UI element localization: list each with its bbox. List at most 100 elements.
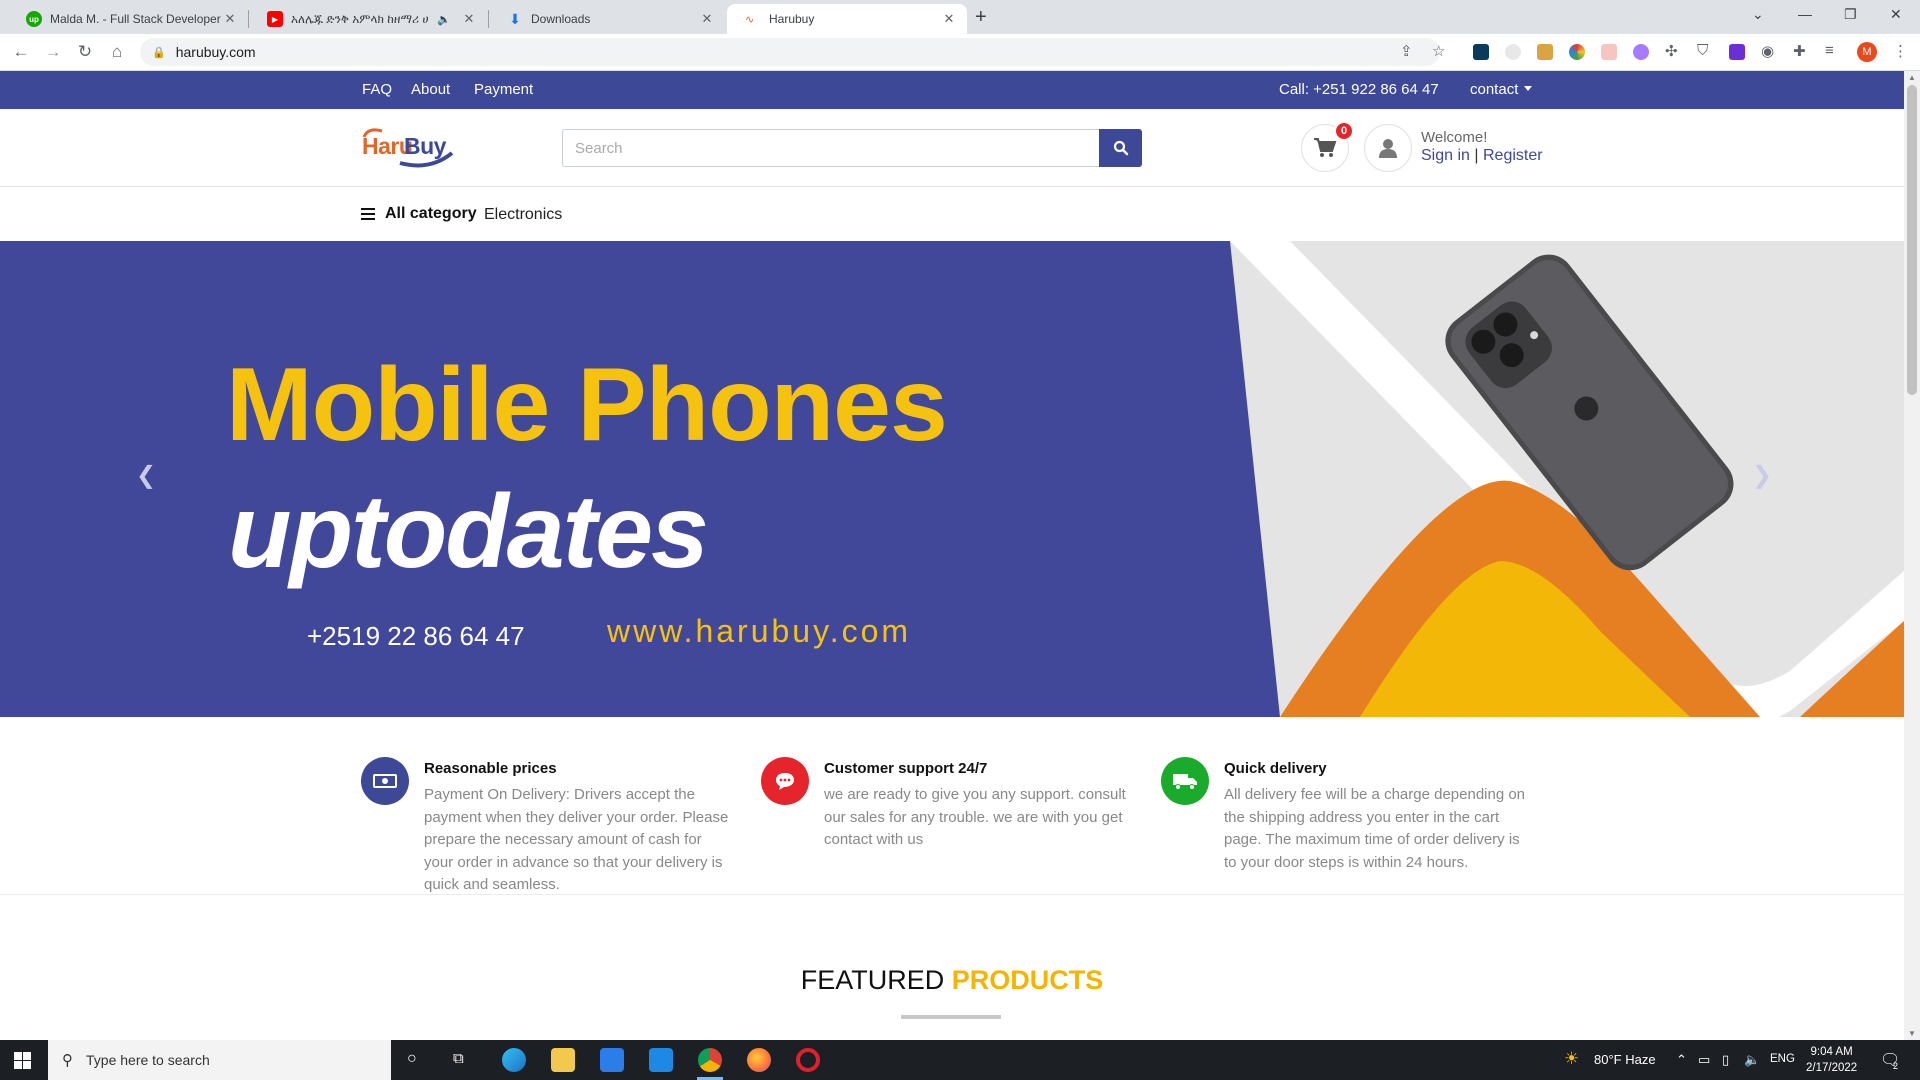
- cart-icon: [1314, 138, 1337, 157]
- reload-icon[interactable]: ↻: [74, 42, 96, 62]
- extension-icon[interactable]: [1505, 44, 1521, 60]
- faq-link[interactable]: FAQ: [362, 81, 392, 98]
- search-button[interactable]: [1099, 129, 1142, 167]
- chat-icon: [761, 757, 809, 805]
- payment-link[interactable]: Payment: [474, 81, 533, 98]
- tray-overflow-icon[interactable]: ⌃: [1676, 1052, 1687, 1068]
- extension-icon[interactable]: ⛉: [1697, 42, 1708, 59]
- harubuy-logo[interactable]: Haru Buy: [360, 125, 460, 171]
- profile-avatar[interactable]: M: [1857, 42, 1877, 62]
- logo-swoosh-icon: [362, 128, 454, 168]
- call-text: Call: +251 922 86 64 47: [1279, 81, 1439, 98]
- firefox-icon[interactable]: [747, 1048, 771, 1072]
- user-icon: [1379, 139, 1397, 158]
- caret-down-icon: [1524, 86, 1533, 91]
- store-icon[interactable]: [600, 1048, 624, 1072]
- feature-text: All delivery fee will be a charge depend…: [1224, 786, 1526, 871]
- chrome-icon[interactable]: [698, 1048, 722, 1072]
- register-link[interactable]: Register: [1483, 147, 1543, 164]
- forward-icon[interactable]: →: [42, 42, 64, 62]
- upwork-icon: up: [26, 11, 42, 27]
- language-indicator[interactable]: ENG: [1770, 1053, 1795, 1065]
- scroll-down-icon[interactable]: ▼: [1908, 1029, 1916, 1038]
- tab-search-icon[interactable]: ⌄: [1752, 6, 1764, 23]
- extension-icon[interactable]: [1601, 44, 1617, 60]
- about-link[interactable]: About: [411, 81, 450, 98]
- extension-icon[interactable]: [1537, 44, 1553, 60]
- contact-dropdown[interactable]: contact: [1470, 81, 1533, 98]
- features-section: Reasonable prices Payment On Delivery: D…: [0, 717, 1904, 895]
- tab-upwork[interactable]: up Malda M. - Full Stack Developer | ✕: [8, 4, 248, 34]
- download-icon: ⬇: [509, 10, 521, 27]
- welcome-text: Welcome!: [1421, 129, 1488, 146]
- cortana-icon[interactable]: ○: [407, 1050, 417, 1068]
- feature-text: we are ready to give you any support. co…: [824, 786, 1126, 848]
- hero-phone: +2519 22 86 64 47: [307, 621, 525, 651]
- carousel-prev-button[interactable]: ❮: [136, 461, 156, 490]
- reading-list-icon[interactable]: ≡: [1825, 42, 1834, 59]
- mail-icon[interactable]: [649, 1048, 673, 1072]
- bookmark-star-icon[interactable]: ☆: [1432, 42, 1445, 60]
- tab-youtube[interactable]: ▶ አለሌጁ ድንቅ አምላክ ከዘማሪ ሀ 🔈 ✕: [249, 4, 487, 34]
- close-tab-icon[interactable]: ✕: [941, 11, 957, 27]
- hero-url: www.harubuy.com: [607, 613, 912, 649]
- windows-taskbar: ⚲ Type here to search ○ ⧉ ☀ 80°F Haze ⌃ …: [0, 1040, 1920, 1080]
- url-text: harubuy.com: [175, 44, 256, 60]
- speaker-icon[interactable]: 🔈: [437, 13, 451, 26]
- home-icon[interactable]: ⌂: [106, 42, 128, 62]
- extension-icon[interactable]: [1729, 44, 1745, 60]
- tab-downloads[interactable]: ⬇ Downloads ✕: [489, 4, 725, 34]
- search-icon: [1113, 140, 1128, 156]
- close-tab-icon[interactable]: ✕: [461, 11, 477, 27]
- extension-icon[interactable]: [1473, 44, 1489, 60]
- search-input[interactable]: [562, 129, 1100, 167]
- all-category-button[interactable]: All category: [361, 205, 477, 223]
- opera-icon[interactable]: [796, 1048, 820, 1072]
- minimize-button[interactable]: —: [1798, 6, 1812, 22]
- close-window-button[interactable]: ✕: [1890, 6, 1902, 23]
- address-bar[interactable]: 🔒 harubuy.com: [140, 38, 1440, 66]
- truck-icon: [1161, 757, 1209, 805]
- file-explorer-icon[interactable]: [551, 1048, 575, 1072]
- cart-button[interactable]: 0: [1301, 121, 1354, 172]
- feature-text: Payment On Delivery: Drivers accept the …: [424, 786, 729, 893]
- restore-button[interactable]: ❐: [1844, 6, 1857, 23]
- taskbar-clock[interactable]: 9:04 AM 2/17/2022: [1806, 1044, 1857, 1076]
- menu-kebab-icon[interactable]: ⋮: [1893, 42, 1908, 60]
- harubuy-icon: ∿: [745, 13, 755, 26]
- puzzle-icon[interactable]: ✚: [1793, 42, 1806, 60]
- scroll-up-icon[interactable]: ▲: [1908, 73, 1916, 82]
- heading-underline: [901, 1015, 1001, 1019]
- carousel-next-button[interactable]: ❯: [1752, 461, 1772, 490]
- back-icon[interactable]: ←: [10, 42, 32, 62]
- page-viewport: FAQ About Payment Call: +251 922 86 64 4…: [0, 71, 1904, 1040]
- taskbar-search-box[interactable]: ⚲ Type here to search: [48, 1040, 391, 1080]
- search-icon: ⚲: [62, 1052, 73, 1069]
- battery-icon[interactable]: ▯: [1722, 1052, 1729, 1068]
- lock-icon: 🔒: [152, 46, 166, 59]
- weather-text[interactable]: 80°F Haze: [1594, 1052, 1656, 1067]
- new-tab-button[interactable]: +: [975, 6, 987, 29]
- account-button[interactable]: [1364, 124, 1412, 172]
- top-info-bar: FAQ About Payment Call: +251 922 86 64 4…: [0, 71, 1904, 109]
- camera-icon[interactable]: ◉: [1761, 42, 1774, 60]
- edge-icon[interactable]: [502, 1048, 526, 1072]
- extension-icon[interactable]: ✣: [1665, 42, 1678, 60]
- volume-icon[interactable]: 🔈: [1744, 1052, 1760, 1068]
- sign-in-link[interactable]: Sign in: [1421, 147, 1470, 164]
- close-tab-icon[interactable]: ✕: [699, 11, 715, 27]
- category-electronics[interactable]: Electronics: [484, 206, 562, 224]
- task-view-icon[interactable]: ⧉: [453, 1050, 464, 1067]
- extension-icon[interactable]: [1569, 44, 1585, 60]
- scrollbar-thumb[interactable]: [1907, 85, 1917, 395]
- close-tab-icon[interactable]: ✕: [222, 11, 238, 27]
- feature-title: Quick delivery: [1224, 760, 1327, 777]
- cart-count-badge: 0: [1334, 121, 1354, 141]
- extension-icon[interactable]: [1633, 44, 1649, 60]
- page-scrollbar[interactable]: ▲ ▼: [1904, 71, 1920, 1040]
- windows-start-icon[interactable]: [14, 1052, 31, 1069]
- share-icon[interactable]: ⇪: [1400, 42, 1413, 60]
- feature-title: Customer support 24/7: [824, 760, 988, 777]
- tab-harubuy[interactable]: ∿ Harubuy ✕: [727, 4, 967, 34]
- network-icon[interactable]: ▭: [1698, 1052, 1710, 1068]
